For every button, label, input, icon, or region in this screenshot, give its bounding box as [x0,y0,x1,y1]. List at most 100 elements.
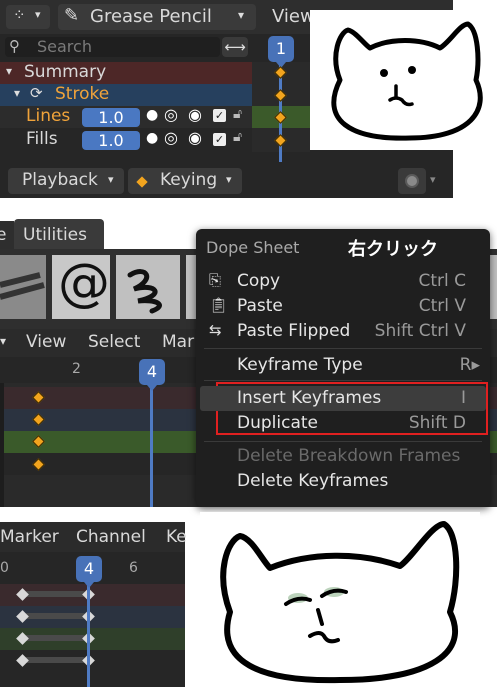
menu-item-insert-keyframes[interactable]: Insert Keyframes I [200,386,486,411]
paste-shortcut: Ctrl V [418,296,466,316]
brush-thumb-1[interactable] [0,255,46,319]
panel-dopesheet-menu: e Utilities @ ▾ View Select Mar 2 4 Dope… [0,217,497,507]
search-field[interactable]: ⚲ Search [5,37,220,57]
chevron-down-icon[interactable]: ▾ [0,334,6,348]
menu-item-copy[interactable]: ⎘ Copy Ctrl C [196,269,490,294]
context-menu: Dope Sheet 右クリック ⎘ Copy Ctrl C 📋︎ Paste … [196,229,490,507]
hold-bar [24,613,86,619]
keying-label: Keying [160,170,218,190]
record-icon [405,174,419,188]
paste-flipped-shortcut: Shift Ctrl V [374,321,466,341]
scribble-brush-icon [127,269,162,314]
tab-partial[interactable]: e [0,221,14,249]
keyframe-icon [136,176,148,188]
menu-select[interactable]: Select [88,332,140,352]
lines-eye-icon[interactable]: ◉ [188,105,202,124]
fills-label: Fills [26,129,58,149]
lines-label: Lines [26,106,71,126]
chevron-down-icon: ▾ [108,173,114,186]
cat-drawing-1 [310,10,497,150]
chevron-down-icon[interactable]: ▾ [430,173,436,186]
editor-type-button[interactable]: ⁘ ▾ [6,5,50,29]
lines-lock-icon[interactable]: 🔓︎ [233,106,242,122]
tab-utilities[interactable]: Utilities [14,219,104,249]
fills-onion-icon[interactable]: ◎ [164,128,178,147]
keyframe-type-shortcut: R▸ [459,355,480,375]
paste-icon: 📋︎ [209,296,229,314]
brush-stroke-icon [0,272,45,300]
menu-item-delete-breakdown: Delete Breakdown Frames [196,444,490,469]
view-menu[interactable]: View [272,6,315,27]
chevron-down-icon: ▾ [14,86,21,100]
playhead-frame[interactable]: 4 [139,359,165,391]
menu-item-delete-keyframes[interactable]: Delete Keyframes [196,469,490,494]
record-button[interactable] [398,168,426,194]
fills-dot-icon[interactable]: ● [146,130,158,146]
menu-view[interactable]: View [26,332,66,352]
fills-eye-icon[interactable]: ◉ [188,128,202,147]
lines-onion-icon[interactable]: ◎ [164,105,178,124]
hold-bar [24,657,86,663]
lines-dot-icon[interactable]: ● [146,107,158,123]
stroke-object-icon: ⟳ [30,84,43,102]
playback-label: Playback [22,170,98,190]
menu-marker[interactable]: Mar [162,332,194,352]
lines-opacity-field[interactable]: 1.0 [82,108,140,127]
menu-item-paste[interactable]: 📋︎ Paste Ctrl V [196,294,490,319]
fills-opacity-field[interactable]: 1.0 [82,131,140,150]
duplicate-label: Duplicate [237,413,318,433]
search-input[interactable]: Search [37,37,92,56]
playhead-line [87,574,90,687]
fills-checkbox-icon[interactable]: ✓ [213,133,226,146]
chevron-down-icon: ▾ [226,173,232,186]
paste-flipped-label: Paste Flipped [237,321,351,341]
paste-flipped-icon: ⇆ [209,321,222,339]
tab-partial-label: e [0,225,7,245]
cat-face-squint-illustration [220,521,460,684]
delete-keyframes-label: Delete Keyframes [237,471,389,491]
menu-item-paste-flipped[interactable]: ⇆ Paste Flipped Shift Ctrl V [196,319,490,344]
insert-keyframes-label: Insert Keyframes [237,388,382,408]
brush-thumb-3[interactable] [116,255,180,319]
mode-dropdown[interactable]: ✎ Grease Pencil ▾ [58,4,256,30]
frame-tick-2: 2 [72,361,81,377]
menu-separator [204,441,482,442]
copy-label: Copy [237,271,281,291]
grease-pencil-icon: ✎ [64,5,80,26]
brush-thumb-2[interactable]: @ [52,253,110,319]
summary-label: Summary [24,62,107,82]
playback-dropdown[interactable]: Playback ▾ [8,168,124,194]
delete-breakdown-label: Delete Breakdown Frames [237,446,461,466]
cat-face-illustration [331,21,483,141]
paste-label: Paste [237,296,283,316]
menu-separator [204,380,482,381]
duplicate-shortcut: Shift D [408,413,466,433]
chevron-down-icon: ▾ [238,8,245,22]
hold-bar [24,591,86,597]
channel-bar-left [0,383,4,507]
footer-bar: Playback ▾ Keying ▾ ▾ [0,164,453,198]
menu-marker[interactable]: Marker [0,527,59,547]
frame-tick-0: 0 [0,560,9,576]
lines-checkbox-icon[interactable]: ✓ [213,109,226,122]
menu-separator [204,348,482,349]
fills-lock-icon[interactable]: 🔓︎ [233,129,242,145]
brush-thumb-4[interactable] [186,255,196,319]
playhead-frame[interactable]: 1 [268,36,294,68]
keyframe-type-label: Keyframe Type [237,355,363,375]
dopesheet-icon: ⁘ [13,6,26,24]
panel-dopesheet-bottom: Marker Channel Ke 0 6 4 [0,522,187,687]
menu-channel[interactable]: Channel [76,527,146,547]
swap-button[interactable]: ⟷ [222,37,248,57]
right-click-annotation: 右クリック [348,239,438,260]
menu-item-duplicate[interactable]: Duplicate Shift D [196,411,490,436]
chevron-down-icon: ▾ [6,64,13,78]
menu-item-keyframe-type[interactable]: Keyframe Type R▸ [196,353,490,378]
stroke-label: Stroke [55,84,110,104]
menubar-bottom: Marker Channel Ke [0,522,187,552]
playhead-frame[interactable]: 4 [76,556,102,588]
keying-dropdown[interactable]: Keying ▾ [128,168,242,194]
menu-key[interactable]: Ke [166,527,187,547]
chevron-down-icon: ▾ [35,8,41,21]
utilities-tab-label: Utilities [23,225,87,245]
